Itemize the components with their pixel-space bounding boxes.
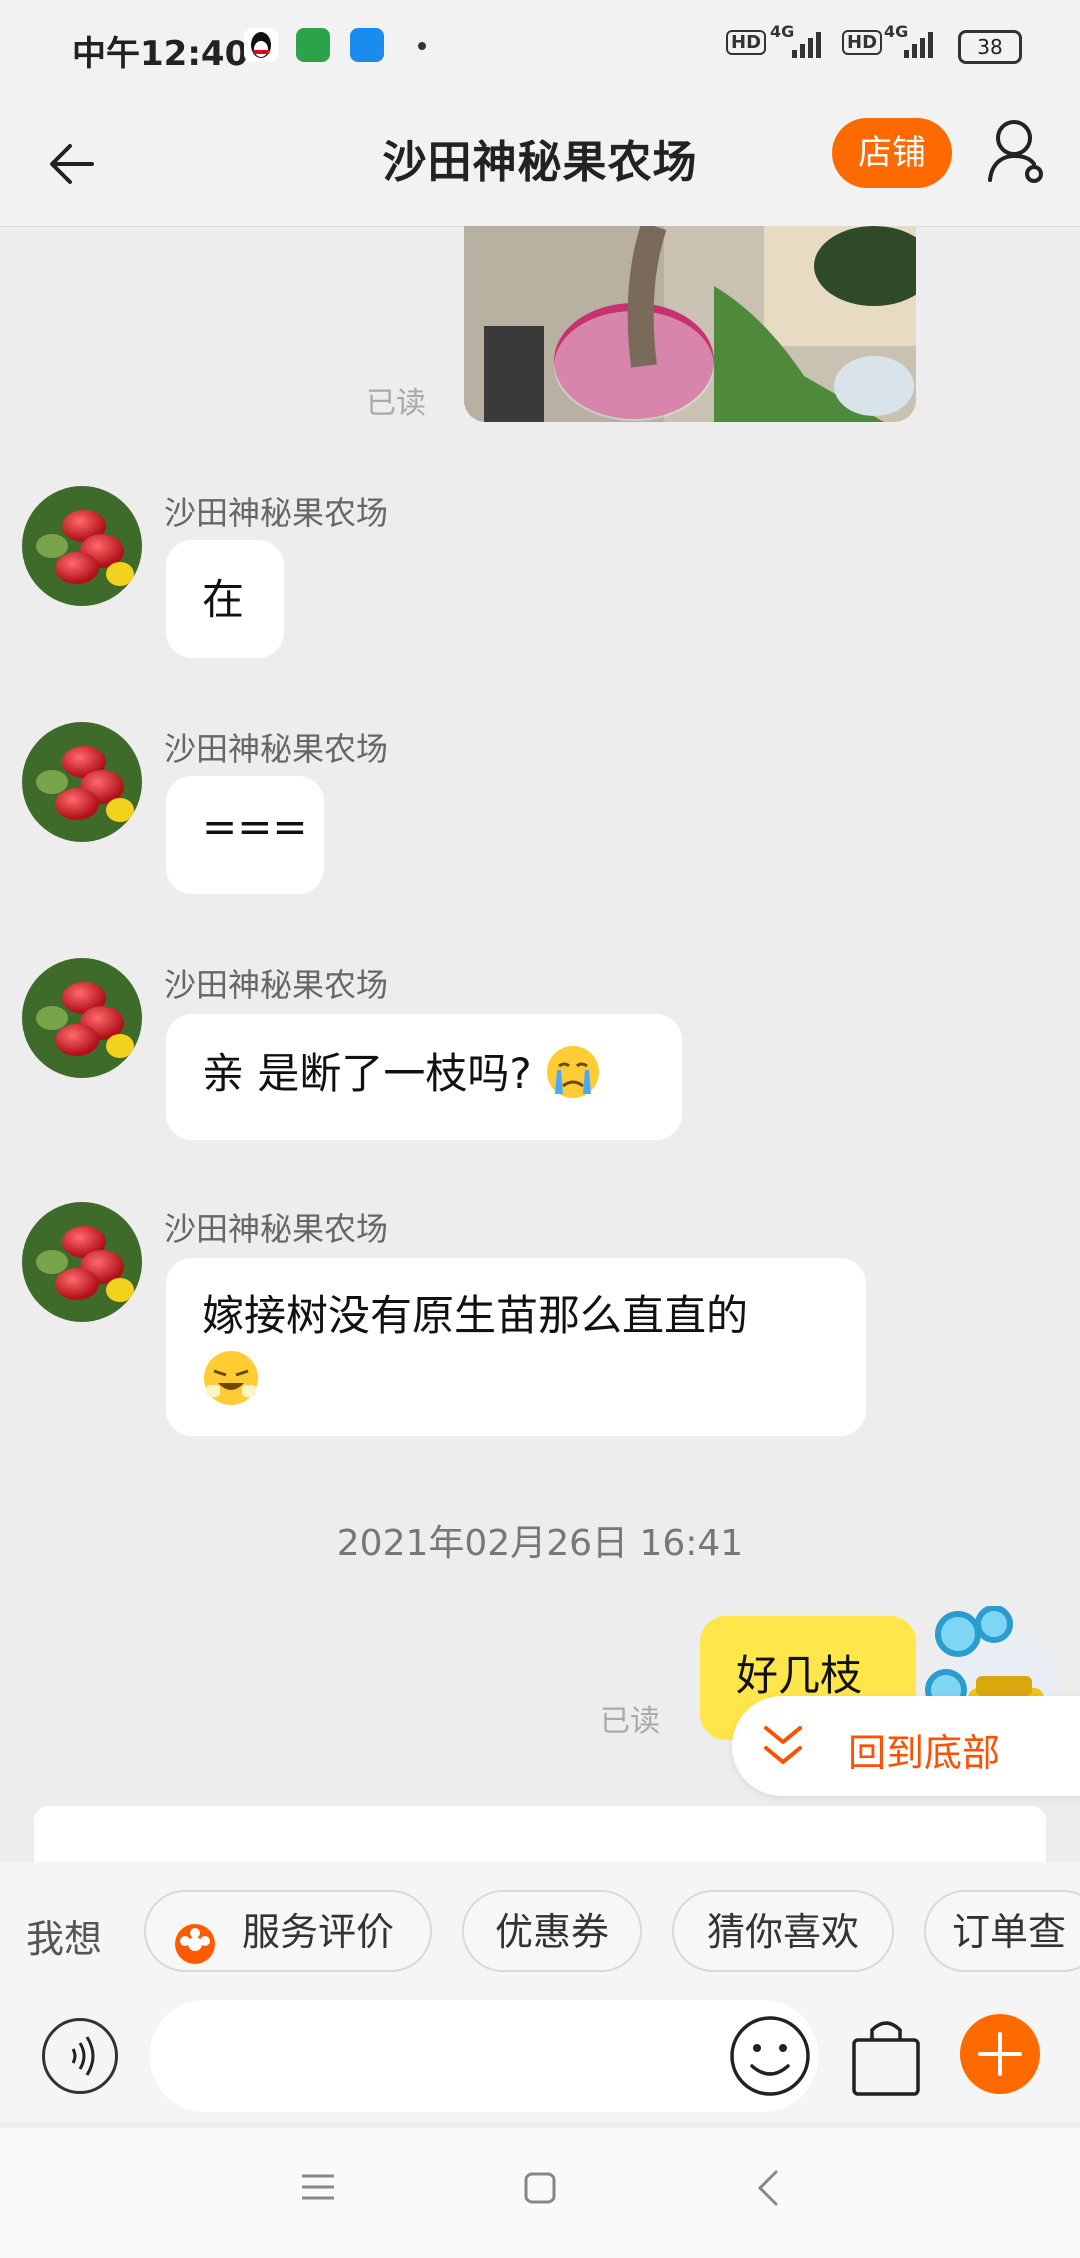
message-input[interactable] [150, 2000, 818, 2112]
quick-actions-bar: 我想 服务评价 优惠券 猜你喜欢 订单查 [0, 1862, 1080, 1992]
crying-emoji-icon [545, 1044, 601, 1110]
hd-badge-2: HD [842, 30, 883, 55]
shopping-bag-icon[interactable] [848, 2012, 924, 2100]
scroll-to-bottom-label: 回到底部 [848, 1731, 1001, 1775]
chip-order-query[interactable]: 订单查 [924, 1890, 1080, 1972]
chip-recommend[interactable]: 猜你喜欢 [672, 1890, 894, 1972]
system-nav-bar [0, 2128, 1080, 2258]
avatar[interactable] [22, 1202, 142, 1322]
avatar[interactable] [22, 722, 142, 842]
sender-name: 沙田神秘果农场 [164, 966, 389, 1004]
message-bubble[interactable]: === [166, 776, 324, 894]
chip-label: 服务评价 [242, 1910, 395, 1954]
voice-icon[interactable] [42, 2018, 118, 2094]
chip-label: 优惠券 [494, 1910, 609, 1954]
status-bar: 中午12:40 HD 4G HD 4G 38 [0, 0, 1080, 96]
message-bubble[interactable]: 嫁接树没有原生苗那么直直的 [166, 1258, 866, 1436]
message-text: 嫁接树没有原生苗那么直直的 [202, 1291, 749, 1340]
input-bar [0, 1992, 1080, 2122]
back-icon[interactable] [756, 2170, 780, 2210]
message-text: 好几枝 [736, 1651, 863, 1700]
home-icon[interactable] [524, 2172, 556, 2208]
dingtalk-icon [350, 28, 384, 62]
user-settings-icon[interactable] [986, 116, 1048, 186]
chip-label: 订单查 [952, 1910, 1067, 1954]
sender-name: 沙田神秘果农场 [164, 1210, 389, 1248]
message-text: === [202, 802, 308, 851]
plus-icon[interactable] [960, 2014, 1040, 2094]
shop-button[interactable]: 店铺 [832, 118, 952, 188]
message-bubble[interactable]: 在 [166, 540, 284, 658]
chip-coupon[interactable]: 优惠券 [462, 1890, 642, 1972]
qq-icon [244, 28, 278, 62]
double-chevron-down-icon [760, 1720, 806, 1774]
scroll-to-bottom-button[interactable]: 回到底部 [732, 1696, 1080, 1796]
read-status: 已读 [366, 386, 426, 421]
read-status: 已读 [600, 1704, 660, 1739]
chip-service-review[interactable]: 服务评价 [144, 1890, 432, 1972]
quick-label: 我想 [26, 1917, 103, 1961]
chip-label: 猜你喜欢 [706, 1910, 859, 1954]
sender-name: 沙田神秘果农场 [164, 494, 389, 532]
app-icon [296, 28, 330, 62]
sender-name: 沙田神秘果农场 [164, 730, 389, 768]
message-text: 亲 是断了一枝吗? [202, 1049, 532, 1098]
chat-header: 沙田神秘果农场 店铺 [0, 96, 1080, 227]
message-text: 在 [202, 575, 245, 624]
avatar[interactable] [22, 486, 142, 606]
dot-icon [418, 42, 426, 50]
hd-badge: HD [726, 30, 767, 55]
signal-icon [790, 30, 830, 64]
laughing-emoji-icon [202, 1349, 830, 1417]
emoji-icon[interactable] [728, 2014, 812, 2098]
signal-icon-2 [902, 30, 942, 64]
battery-icon: 38 [958, 30, 1022, 64]
avatar[interactable] [22, 958, 142, 1078]
flower-icon [174, 1912, 216, 1992]
message-bubble[interactable]: 亲 是断了一枝吗? [166, 1014, 682, 1140]
menu-icon[interactable] [300, 2172, 336, 2206]
message-timestamp: 2021年02月26日 16:41 [336, 1523, 744, 1564]
image-message[interactable] [464, 226, 916, 422]
status-time: 中午12:40 [72, 34, 249, 74]
